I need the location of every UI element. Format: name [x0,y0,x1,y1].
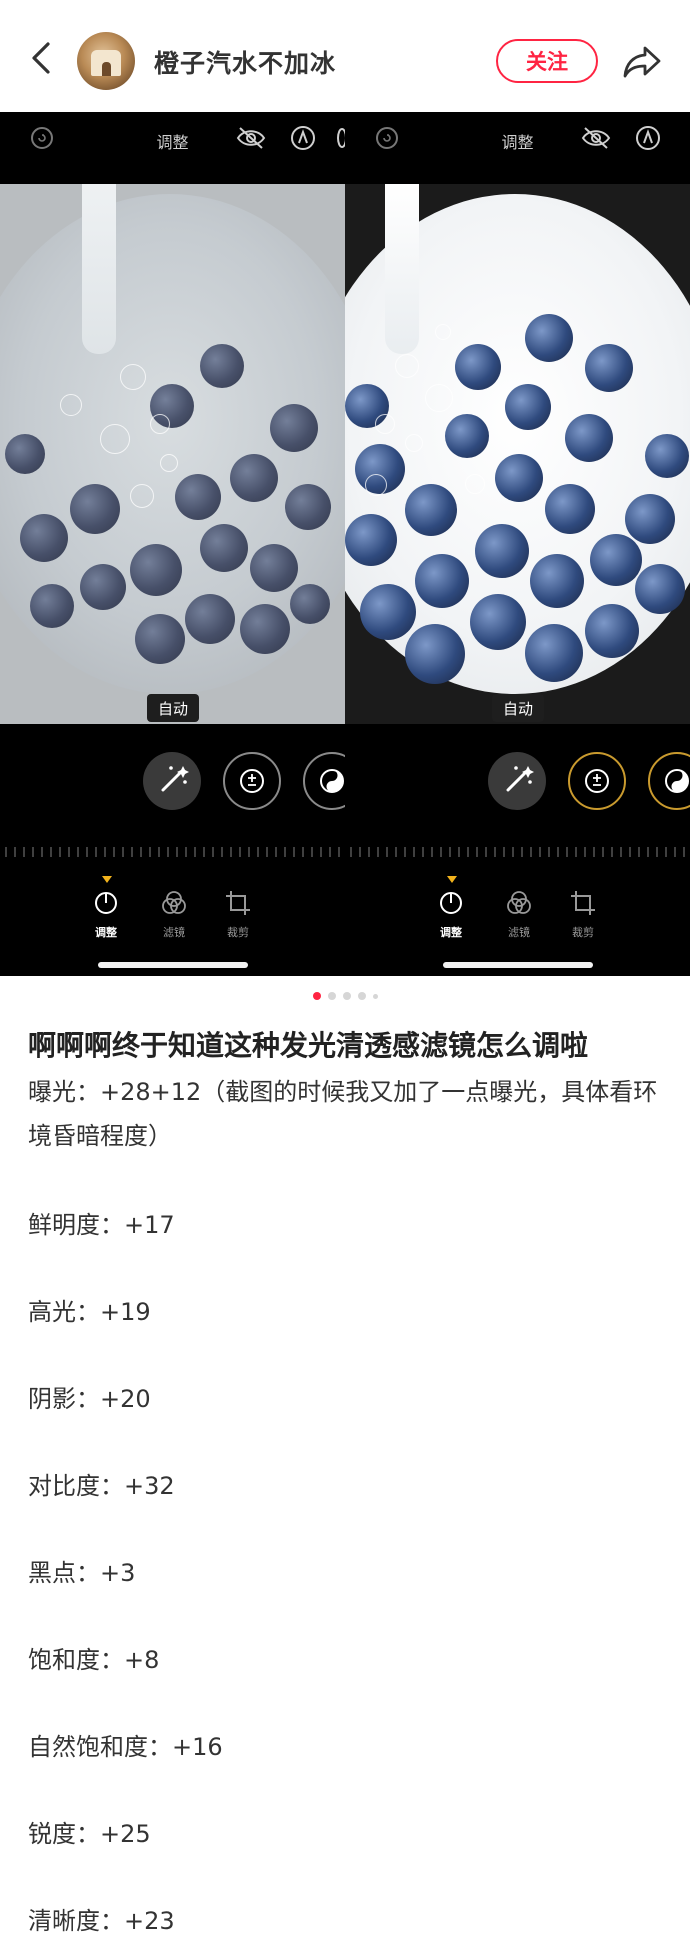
blueberry-photo-after [345,184,690,724]
eye-hidden-icon [581,127,611,149]
param-natural-saturation: 自然饱和度：+16 [28,1733,223,1761]
markup-icon [291,126,315,150]
carousel-dots[interactable] [0,992,690,1002]
exposure-note: 曝光：+28+12（截图的时候我又加了一点曝光，具体看环境昏暗程度） [28,1078,658,1150]
auto-badge[interactable]: 自动 [492,694,544,722]
crop-icon [571,891,595,915]
eye-hidden-icon [236,127,266,149]
post-header: 橙子汽水不加冰 关注 [0,0,690,112]
tab-crop[interactable]: 裁剪 [208,888,268,940]
tab-crop[interactable]: 裁剪 [553,888,613,940]
carousel-dot[interactable] [357,992,366,1000]
param-contrast: 对比度：+32 [28,1472,175,1500]
param-vibrance: 鲜明度：+17 [28,1211,175,1239]
tab-filters[interactable]: 滤镜 [489,888,549,940]
exposure-button[interactable] [223,752,281,810]
editor-screenshot-before: 调整 自动 调整 滤镜 裁剪 [0,112,345,976]
param-sharpness: 锐度：+25 [28,1820,151,1848]
carousel-dot[interactable] [327,992,336,1000]
auto-badge[interactable]: 自动 [147,694,199,722]
exposure-button[interactable] [568,752,626,810]
brilliance-icon [665,769,689,793]
more-icon [337,128,345,148]
carousel-dot[interactable] [342,992,351,1000]
magic-wand-icon [506,766,534,792]
exposure-icon [585,769,609,793]
active-tab-marker [102,876,112,883]
markup-icon [636,126,660,150]
post-body: 曝光：+28+12（截图的时候我又加了一点曝光，具体看环境昏暗程度） 鲜明度：+… [28,1070,668,1941]
editor-topbar: 调整 [0,112,345,172]
adjust-dial-icon [95,892,117,914]
param-highlights: 高光：+19 [28,1298,151,1326]
home-indicator [443,962,593,968]
brilliance-icon [320,769,344,793]
adjustment-slider[interactable] [345,844,690,860]
editor-topbar: 调整 [345,112,690,172]
share-icon[interactable] [621,40,663,82]
author-name[interactable]: 橙子汽水不加冰 [154,44,336,80]
follow-button[interactable]: 关注 [496,39,598,83]
adjustment-slider[interactable] [0,844,345,860]
auto-enhance-button[interactable] [488,752,546,810]
param-black-point: 黑点：+3 [28,1559,136,1587]
brilliance-button[interactable] [303,752,345,810]
tab-adjust[interactable]: 调整 [76,888,136,940]
auto-enhance-button[interactable] [143,752,201,810]
active-tab-marker [447,876,457,883]
author-avatar[interactable] [77,32,135,90]
home-indicator [98,962,248,968]
adjust-dial-icon [440,892,462,914]
param-saturation: 饱和度：+8 [28,1646,160,1674]
editor-screenshot-after: 调整 自动 调整 滤镜 裁剪 [345,112,690,976]
filters-icon [162,891,186,914]
tab-filters[interactable]: 滤镜 [144,888,204,940]
post-title: 啊啊啊终于知道这种发光清透感滤镜怎么调啦 [28,1029,589,1062]
filters-icon [507,891,531,914]
blueberry-photo-before [0,184,345,724]
back-arrow-icon[interactable] [22,38,62,78]
tab-adjust[interactable]: 调整 [421,888,481,940]
exposure-icon [240,769,264,793]
crop-icon [226,891,250,915]
param-definition: 清晰度：+23 [28,1907,175,1935]
param-shadows: 阴影：+20 [28,1385,151,1413]
brilliance-button[interactable] [648,752,690,810]
carousel-dot-active[interactable] [312,992,321,1000]
carousel-dot[interactable] [372,993,378,999]
post-image[interactable]: 调整 自动 调整 滤镜 裁剪 调整 自动 调整 滤镜 裁剪 [0,112,690,976]
magic-wand-icon [161,766,189,792]
